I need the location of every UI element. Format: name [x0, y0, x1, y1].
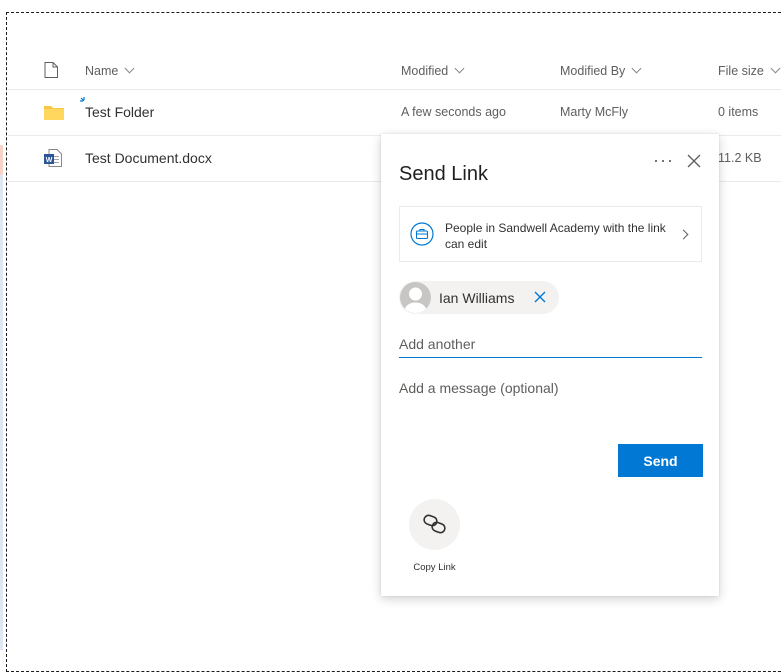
folder-icon — [44, 106, 64, 120]
message-input[interactable] — [399, 380, 702, 430]
item-modified: A few seconds ago — [401, 105, 506, 119]
link-icon — [423, 514, 446, 534]
word-document-icon: W — [44, 149, 62, 167]
more-options-button[interactable]: ··· — [653, 150, 674, 171]
item-name[interactable]: Test Folder — [85, 104, 154, 120]
close-icon[interactable] — [686, 153, 702, 169]
permission-description: People in Sandwell Academy with the link… — [445, 221, 666, 251]
column-header-modified[interactable]: Modified — [401, 63, 465, 78]
copy-link-label: Copy Link — [413, 562, 456, 573]
left-edge-tint — [0, 145, 3, 175]
item-name[interactable]: Test Document.docx — [85, 150, 212, 166]
recipient-chip: Ian Williams — [399, 281, 559, 314]
chevron-right-icon — [678, 229, 689, 240]
left-edge-tint-blue — [0, 175, 3, 650]
item-file-size: 11.2 KB — [718, 151, 762, 165]
chevron-down-icon — [124, 63, 135, 74]
svg-text:W: W — [46, 157, 53, 164]
item-modified-by: Marty McFly — [560, 105, 629, 119]
table-row[interactable]: Test Folder A few seconds ago Marty McFl… — [8, 90, 781, 136]
recipient-name: Ian Williams — [439, 290, 515, 306]
chevron-down-icon — [770, 63, 781, 74]
column-header-modified-by[interactable]: Modified By — [560, 63, 642, 78]
avatar — [400, 282, 431, 313]
copy-link-button[interactable] — [409, 499, 460, 550]
chevron-down-icon — [631, 63, 642, 74]
file-type-icon[interactable] — [44, 62, 58, 78]
column-header-file-size[interactable]: File size — [718, 63, 781, 78]
person-silhouette-icon — [404, 287, 427, 313]
briefcase-icon — [410, 222, 434, 246]
column-header-name[interactable]: Name — [85, 63, 135, 78]
item-file-size: 0 items — [718, 105, 759, 119]
file-list-header: Name Modified Modified By File size — [8, 52, 781, 90]
add-recipient-input[interactable] — [399, 330, 702, 358]
link-permission-settings[interactable]: People in Sandwell Academy with the link… — [399, 206, 702, 262]
remove-recipient-icon[interactable] — [533, 290, 547, 304]
send-button[interactable]: Send — [618, 444, 703, 477]
send-link-dialog: Send Link ··· People in Sandwell Academy… — [381, 134, 719, 596]
dialog-title: Send Link — [399, 163, 488, 185]
chevron-down-icon — [454, 63, 465, 74]
